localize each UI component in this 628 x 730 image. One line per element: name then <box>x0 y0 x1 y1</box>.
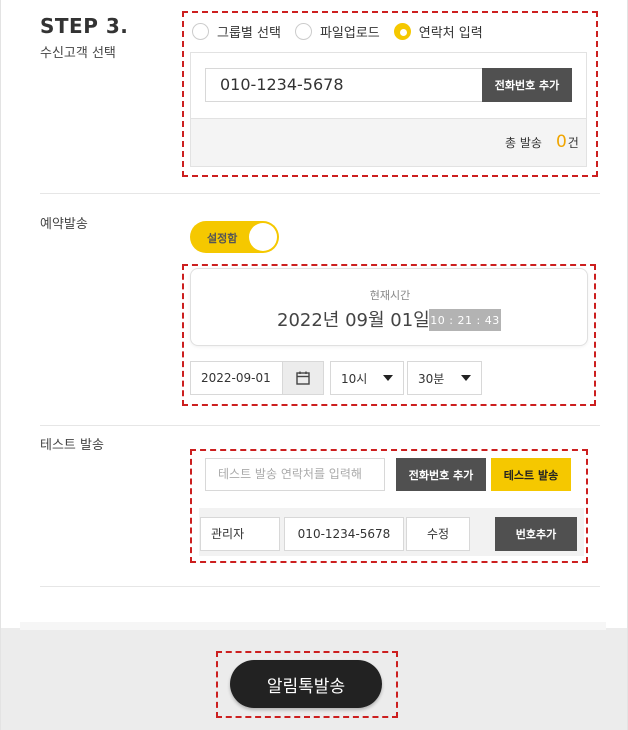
current-clock: 10 : 21 : 43 <box>429 309 501 331</box>
radio-contact-input[interactable]: 연락처 입력 <box>393 22 483 41</box>
current-date: 2022년 09월 01일 <box>277 310 430 331</box>
test-entry-name[interactable]: 관리자 <box>200 517 280 551</box>
step-title: STEP 3. <box>40 14 129 38</box>
total-unit: 건 <box>567 136 579 150</box>
total-count: 0 <box>555 132 567 152</box>
test-send-label: 테스트 발송 <box>40 438 104 453</box>
hour-value: 10시 <box>341 371 368 386</box>
hour-select[interactable]: 10시 <box>330 361 404 395</box>
current-time-label: 현재시간 <box>369 289 411 302</box>
number-add-button[interactable]: 번호추가 <box>495 517 577 551</box>
alimtalk-send-button[interactable]: 알림톡발송 <box>230 660 382 708</box>
test-phone-input[interactable]: 테스트 발송 연락처를 입력해 <box>205 458 385 491</box>
edit-button[interactable]: 수정 <box>406 517 470 551</box>
test-entry-phone[interactable]: 010-1234-5678 <box>284 517 404 551</box>
reservation-label: 예약발송 <box>40 217 88 232</box>
minute-select[interactable]: 30분 <box>407 361 482 395</box>
step-subtitle: 수신고객 선택 <box>40 46 116 61</box>
divider <box>40 425 600 426</box>
radio-label: 파일업로드 <box>319 26 380 41</box>
phone-input[interactable]: 010-1234-5678 <box>205 68 483 102</box>
radio-dot-selected <box>393 23 411 40</box>
chevron-down-icon <box>383 375 393 381</box>
chevron-down-icon <box>461 375 471 381</box>
current-time-box: 현재시간 2022년 09월 01일 10 : 21 : 43 <box>190 268 588 346</box>
toggle-knob <box>249 223 277 251</box>
toggle-label: 설정함 <box>207 232 238 245</box>
radio-label: 그룹별 선택 <box>217 26 281 41</box>
reservation-toggle[interactable]: 설정함 <box>190 221 279 253</box>
footer-edge <box>20 622 606 630</box>
radio-dot <box>294 23 312 40</box>
total-send-count: 총 발송 0 건 <box>505 132 579 152</box>
radio-file-upload[interactable]: 파일업로드 <box>294 22 380 41</box>
date-value: 2022-09-01 <box>201 371 271 385</box>
test-add-phone-button[interactable]: 전화번호 추가 <box>396 458 486 491</box>
radio-label: 연락처 입력 <box>418 26 483 41</box>
add-phone-button[interactable]: 전화번호 추가 <box>482 68 572 102</box>
recipient-options: 그룹별 선택 파일업로드 연락처 입력 <box>192 22 497 41</box>
divider <box>40 586 600 587</box>
reservation-date-input[interactable]: 2022-09-01 <box>190 361 324 395</box>
calendar-icon[interactable] <box>281 362 323 394</box>
divider <box>40 193 600 194</box>
total-label: 총 발송 <box>505 136 542 150</box>
test-send-button[interactable]: 테스트 발송 <box>491 458 571 491</box>
minute-value: 30분 <box>418 371 445 386</box>
radio-group-select[interactable]: 그룹별 선택 <box>192 22 281 41</box>
radio-dot <box>192 23 209 40</box>
